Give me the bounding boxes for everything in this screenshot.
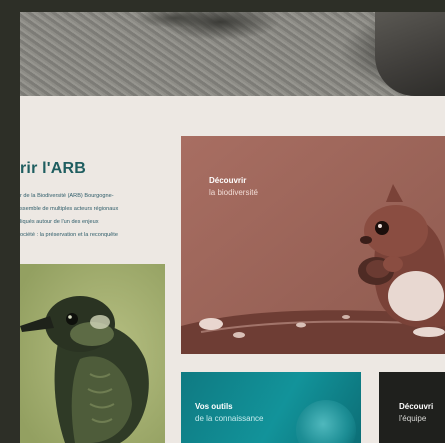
intro-line: ssemble de multiples acteurs régionaux <box>20 206 119 212</box>
card-subtitle: l'équipe <box>399 414 427 423</box>
discover-biodiversity-card[interactable]: Découvrir la biodiversité <box>181 136 445 354</box>
intro-title: rir l'ARB <box>20 160 87 177</box>
card-kicker: Découvrir <box>209 176 247 185</box>
rock-shape <box>375 12 445 96</box>
discover-team-card[interactable]: Découvri l'équipe <box>379 372 445 443</box>
kingfisher-image[interactable] <box>20 264 165 443</box>
knowledge-tools-card[interactable]: Vos outils de la connaissance <box>181 372 361 443</box>
animal-image <box>296 400 356 443</box>
kingfisher-illustration <box>20 264 165 443</box>
card-subtitle: de la connaissance <box>195 414 264 423</box>
card-kicker: Découvri <box>399 402 434 411</box>
card-subtitle: la biodiversité <box>209 188 258 197</box>
intro-line: liqués autour de l'un des enjeux <box>20 219 99 225</box>
intro-text: r de la Biodiversité (ARB) Bourgogne- ss… <box>20 190 160 242</box>
card-kicker: Vos outils <box>195 402 233 411</box>
intro-line: ociété : la préservation et la reconquêt… <box>20 232 118 238</box>
squirrel-illustration <box>181 136 445 354</box>
page: rir l'ARB r de la Biodiversité (ARB) Bou… <box>20 12 445 443</box>
intro-line: r de la Biodiversité (ARB) Bourgogne- <box>20 193 114 199</box>
header-photo <box>20 12 445 96</box>
